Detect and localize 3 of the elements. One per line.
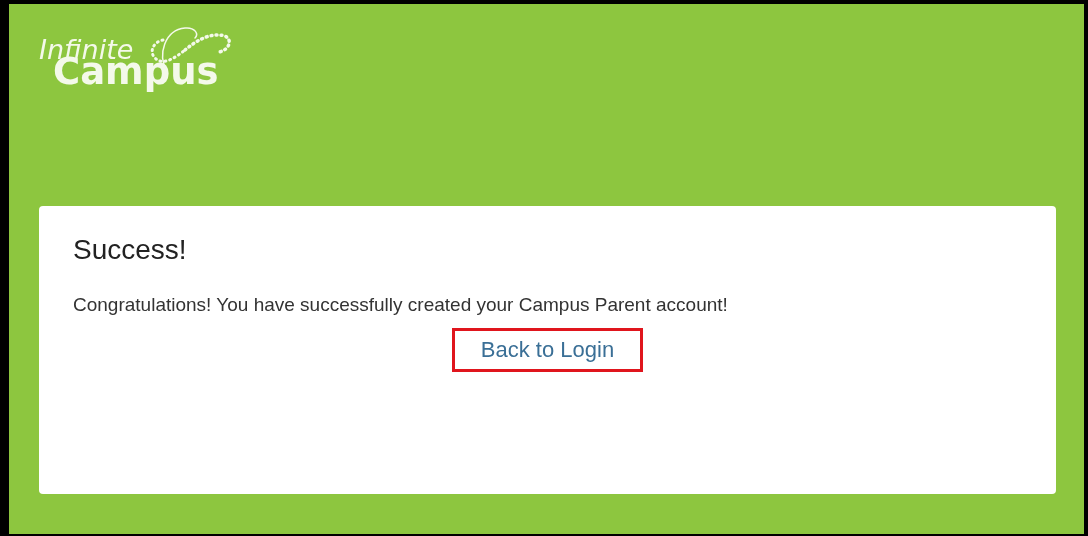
- back-to-login-link[interactable]: Back to Login: [451, 328, 644, 372]
- card-title: Success!: [73, 234, 188, 266]
- success-message: Congratulations! You have successfully created your Campus Parent account!: [73, 293, 729, 317]
